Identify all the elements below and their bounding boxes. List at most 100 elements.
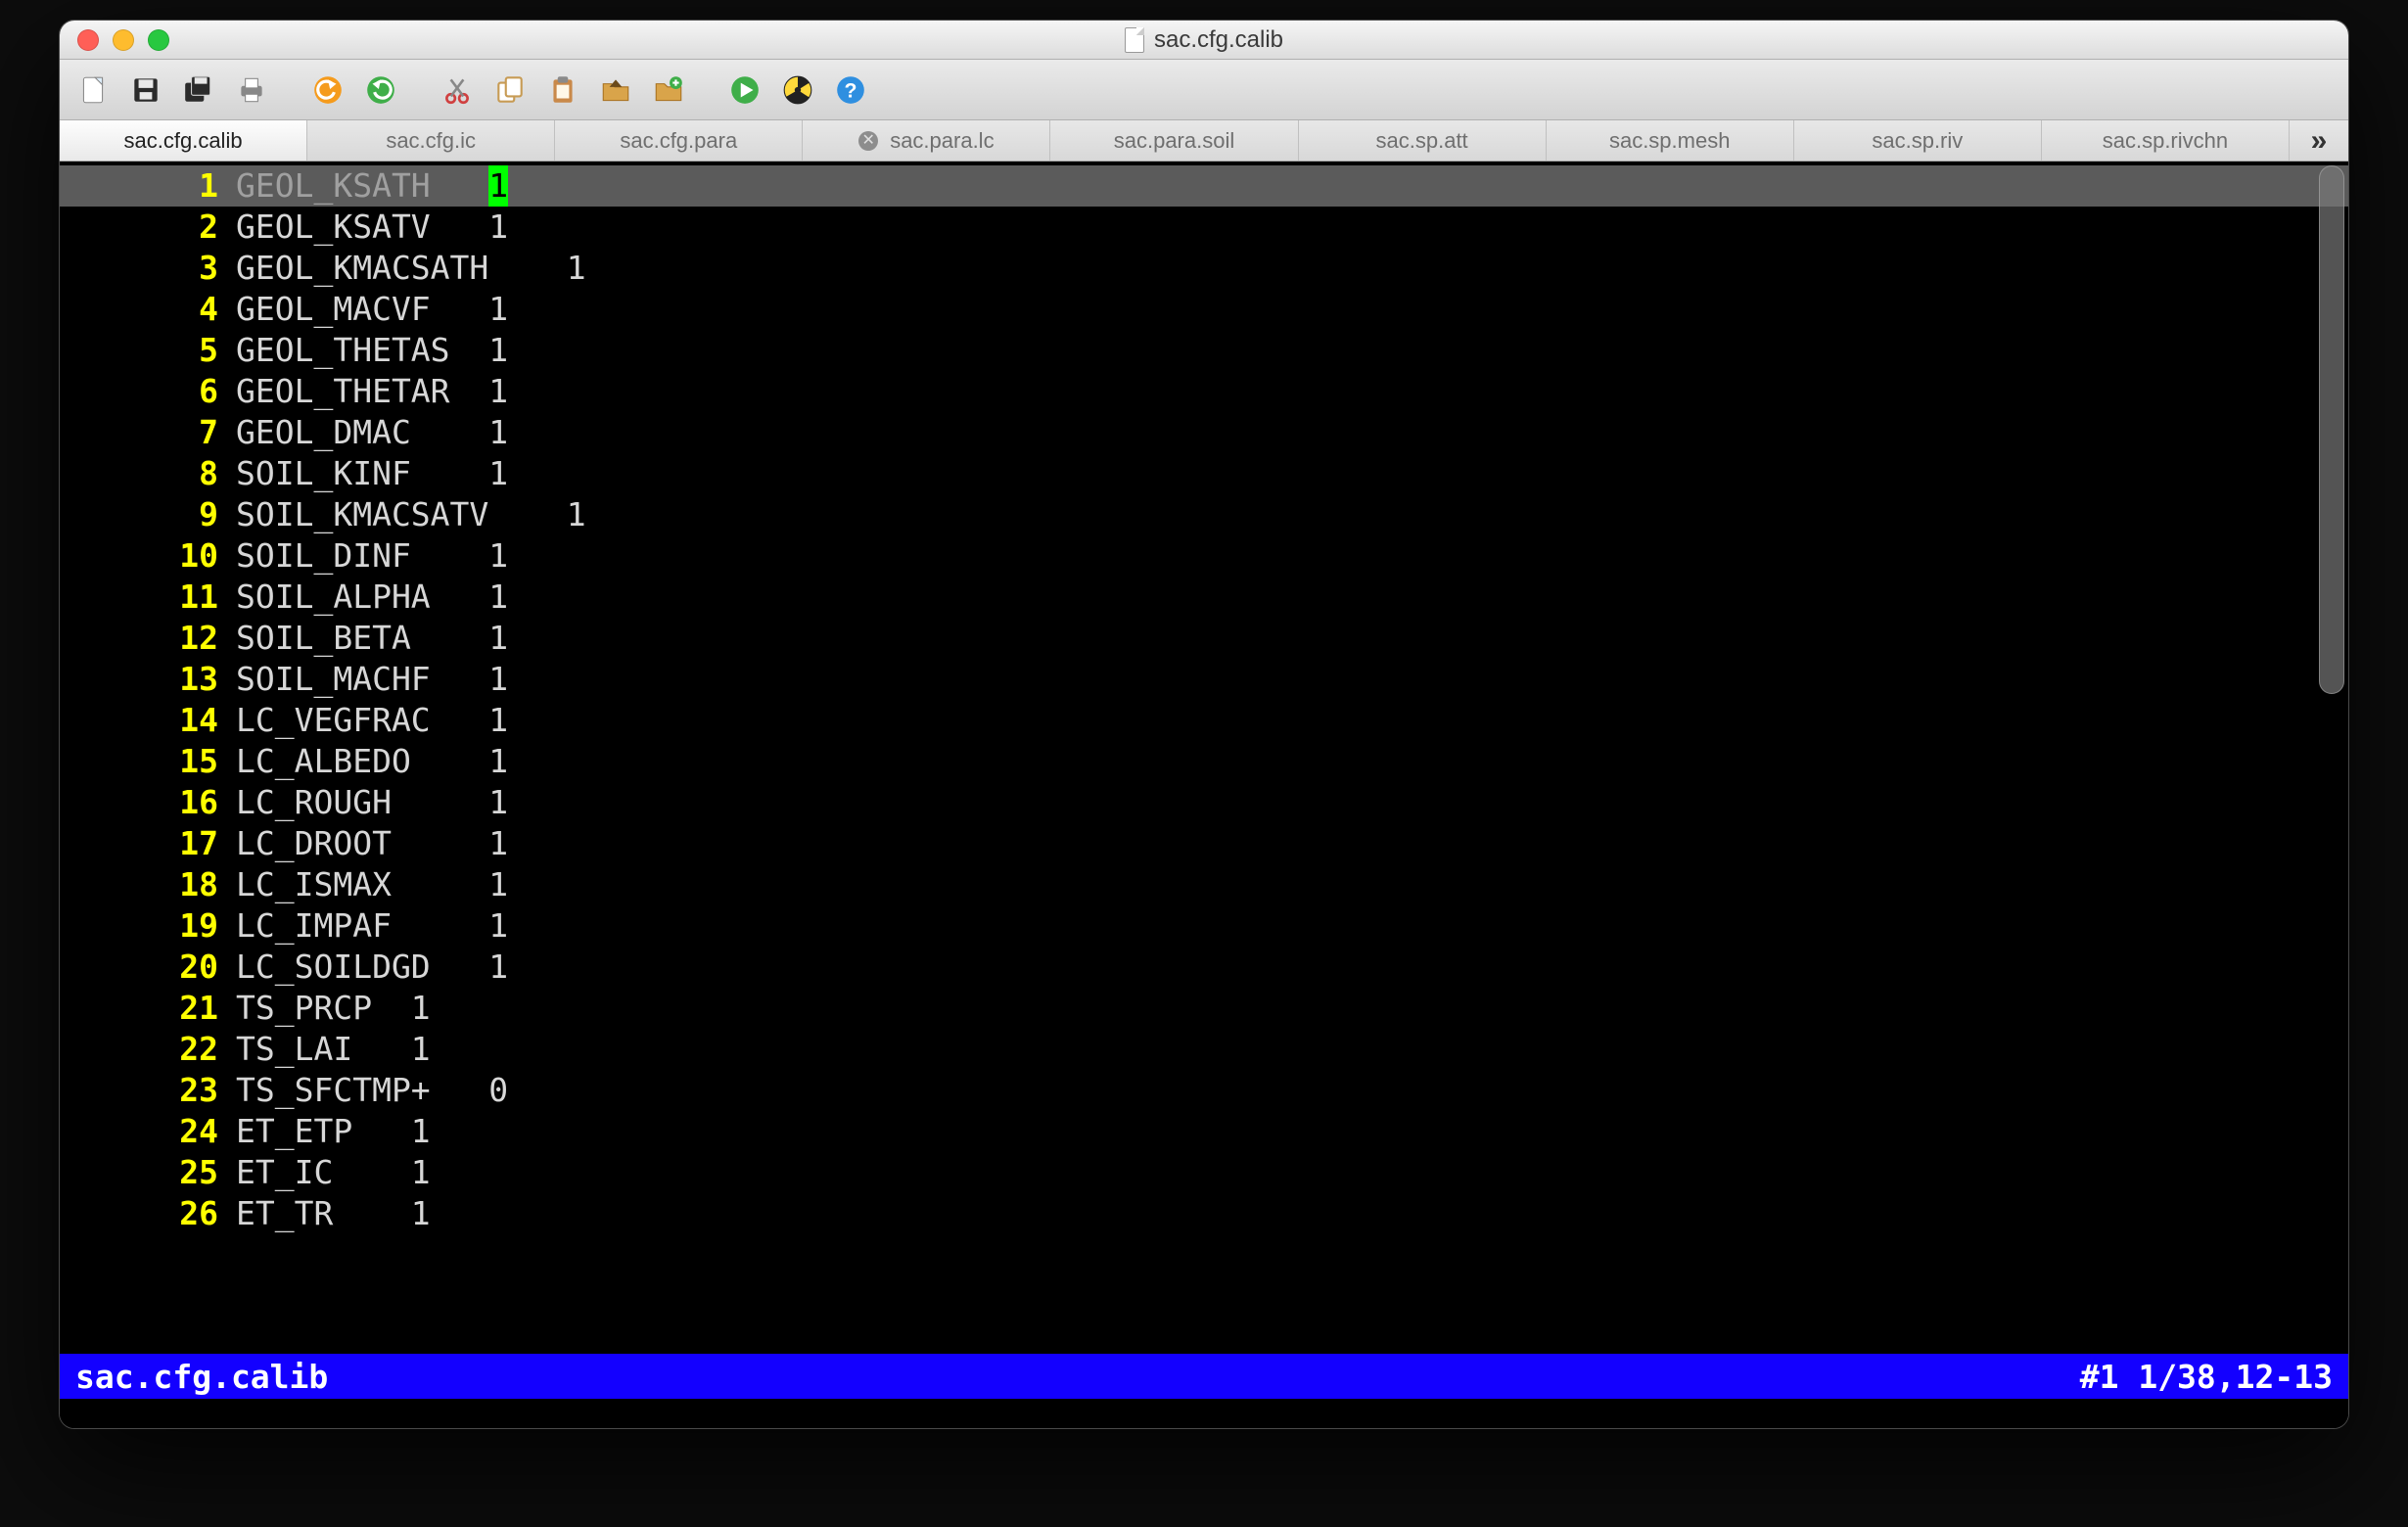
- line-number: 24: [60, 1111, 236, 1152]
- text-cursor: 1: [488, 165, 508, 207]
- line-number: 9: [60, 494, 236, 535]
- vertical-scrollbar[interactable]: [2319, 165, 2344, 694]
- editor-line: 7GEOL_DMAC 1: [60, 412, 2348, 453]
- editor-line: 25ET_IC 1: [60, 1152, 2348, 1193]
- editor-line: 13SOIL_MACHF 1: [60, 659, 2348, 700]
- undo-button[interactable]: [308, 70, 347, 110]
- tab-sac-cfg-calib[interactable]: sac.cfg.calib: [60, 120, 307, 161]
- line-text: GEOL_DMAC 1: [236, 412, 508, 453]
- tab-label: sac.sp.rivchn: [2103, 128, 2228, 154]
- line-number: 16: [60, 782, 236, 823]
- editor-line: 4GEOL_MACVF 1: [60, 289, 2348, 330]
- editor-line: 5GEOL_THETAS 1: [60, 330, 2348, 371]
- line-text: ET_IC 1: [236, 1152, 431, 1193]
- editor-line: 21TS_PRCP 1: [60, 988, 2348, 1029]
- line-number: 20: [60, 947, 236, 988]
- editor-line: 15LC_ALBEDO 1: [60, 741, 2348, 782]
- tab-label: sac.sp.riv: [1872, 128, 1963, 154]
- paste-button[interactable]: [543, 70, 582, 110]
- line-text: GEOL_KSATH: [236, 165, 488, 207]
- tab-overflow-button[interactable]: »: [2290, 120, 2348, 161]
- line-number: 5: [60, 330, 236, 371]
- line-number: 10: [60, 535, 236, 577]
- editor-line: 23TS_SFCTMP+ 0: [60, 1070, 2348, 1111]
- tab-sac-sp-rivchn[interactable]: sac.sp.rivchn: [2042, 120, 2290, 161]
- line-text: SOIL_ALPHA 1: [236, 577, 508, 618]
- new-file-button[interactable]: [73, 70, 113, 110]
- editor-line: 1GEOL_KSATH 1: [60, 165, 2348, 207]
- line-number: 18: [60, 864, 236, 905]
- line-number: 26: [60, 1193, 236, 1234]
- line-text: SOIL_MACHF 1: [236, 659, 508, 700]
- tab-label: sac.para.lc: [890, 128, 994, 154]
- line-number: 21: [60, 988, 236, 1029]
- save-button[interactable]: [126, 70, 165, 110]
- tab-label: sac.cfg.para: [620, 128, 737, 154]
- document-icon: [1125, 27, 1144, 53]
- line-number: 8: [60, 453, 236, 494]
- editor-line: 10SOIL_DINF 1: [60, 535, 2348, 577]
- cut-button[interactable]: [438, 70, 477, 110]
- tab-close-icon[interactable]: ✕: [858, 131, 878, 151]
- line-text: GEOL_KMACSATH 1: [236, 248, 586, 289]
- line-text: SOIL_DINF 1: [236, 535, 508, 577]
- folder-add-button[interactable]: [649, 70, 688, 110]
- line-number: 13: [60, 659, 236, 700]
- zoom-window-button[interactable]: [148, 29, 169, 51]
- tab-sac-sp-mesh[interactable]: sac.sp.mesh: [1547, 120, 1794, 161]
- editor-line: 11SOIL_ALPHA 1: [60, 577, 2348, 618]
- line-text: ET_ETP 1: [236, 1111, 431, 1152]
- run-button[interactable]: [725, 70, 764, 110]
- chevron-right-double-icon: »: [2311, 124, 2328, 158]
- editor-line: 14LC_VEGFRAC 1: [60, 700, 2348, 741]
- editor-line: 17LC_DROOT 1: [60, 823, 2348, 864]
- minimize-window-button[interactable]: [113, 29, 134, 51]
- editor-line: 6GEOL_THETAR 1: [60, 371, 2348, 412]
- app-window: sac.cfg.calib: [59, 20, 2349, 1429]
- editor-line: 18LC_ISMAX 1: [60, 864, 2348, 905]
- radiation-icon[interactable]: [778, 70, 817, 110]
- editor-area[interactable]: 1GEOL_KSATH 12GEOL_KSATV 13GEOL_KMACSATH…: [60, 162, 2348, 1354]
- line-number: 11: [60, 577, 236, 618]
- redo-button[interactable]: [361, 70, 400, 110]
- line-number: 12: [60, 618, 236, 659]
- tab-sac-sp-att[interactable]: sac.sp.att: [1299, 120, 1547, 161]
- folder-up-button[interactable]: [596, 70, 635, 110]
- line-text: LC_IMPAF 1: [236, 905, 508, 947]
- window-controls: [77, 29, 169, 51]
- line-number: 6: [60, 371, 236, 412]
- line-text: GEOL_THETAS 1: [236, 330, 508, 371]
- tab-sac-sp-riv[interactable]: sac.sp.riv: [1794, 120, 2042, 161]
- line-number: 19: [60, 905, 236, 947]
- tab-label: sac.sp.att: [1376, 128, 1468, 154]
- copy-button[interactable]: [490, 70, 530, 110]
- tab-sac-cfg-ic[interactable]: sac.cfg.ic: [307, 120, 555, 161]
- tab-label: sac.sp.mesh: [1609, 128, 1731, 154]
- print-button[interactable]: [232, 70, 271, 110]
- status-bar: sac.cfg.calib #1 1/38,12-13: [60, 1354, 2348, 1399]
- tab-sac-para-lc[interactable]: ✕ sac.para.lc: [803, 120, 1050, 161]
- titlebar: sac.cfg.calib: [60, 21, 2348, 60]
- status-position: #1 1/38,12-13: [2080, 1358, 2333, 1396]
- line-text: SOIL_KMACSATV 1: [236, 494, 586, 535]
- tab-label: sac.cfg.calib: [124, 128, 243, 154]
- line-text: GEOL_KSATV 1: [236, 207, 508, 248]
- help-button[interactable]: ?: [831, 70, 870, 110]
- line-number: 2: [60, 207, 236, 248]
- close-window-button[interactable]: [77, 29, 99, 51]
- line-text: TS_PRCP 1: [236, 988, 431, 1029]
- line-text: TS_LAI 1: [236, 1029, 431, 1070]
- tab-label: sac.cfg.ic: [386, 128, 476, 154]
- window-title-text: sac.cfg.calib: [1154, 26, 1283, 54]
- line-number: 23: [60, 1070, 236, 1111]
- line-text: GEOL_MACVF 1: [236, 289, 508, 330]
- editor-line: 26ET_TR 1: [60, 1193, 2348, 1234]
- tab-sac-para-soil[interactable]: sac.para.soil: [1050, 120, 1298, 161]
- bottom-padding: [60, 1399, 2348, 1428]
- editor-line: 16LC_ROUGH 1: [60, 782, 2348, 823]
- save-all-button[interactable]: [179, 70, 218, 110]
- line-text: SOIL_KINF 1: [236, 453, 508, 494]
- line-number: 7: [60, 412, 236, 453]
- line-text: GEOL_THETAR 1: [236, 371, 508, 412]
- tab-sac-cfg-para[interactable]: sac.cfg.para: [555, 120, 803, 161]
